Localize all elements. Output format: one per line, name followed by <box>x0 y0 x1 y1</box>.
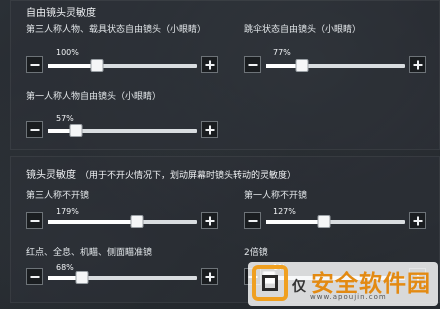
slider-value: 127% <box>273 207 296 216</box>
watermark-badge: 仅 <box>292 279 307 295</box>
panel-title: 镜头灵敏度 （用于不开火情况下，划动屏幕时镜头转动的灵敏度） <box>26 166 296 181</box>
minus-icon <box>30 63 39 66</box>
slider-label: 第三人称人物、载具状态自由镜头（小眼睛） <box>26 25 207 35</box>
decrease-button[interactable] <box>244 212 261 229</box>
slider-value: 57% <box>56 114 74 123</box>
decrease-button[interactable] <box>26 212 43 229</box>
watermark-logo-icon <box>252 265 288 301</box>
panel-title: 自由镜头灵敏度 <box>26 8 96 19</box>
minus-icon <box>30 219 39 222</box>
decrease-button[interactable] <box>244 56 261 73</box>
slider-track[interactable] <box>266 215 405 228</box>
slider-label: 红点、全息、机瞄、侧面瞄准镜 <box>26 248 153 258</box>
slider-label: 第三人称不开镜 <box>26 191 90 201</box>
slider-label: 2倍镜 <box>244 248 268 258</box>
slider-thumb[interactable] <box>75 271 89 284</box>
slider-track[interactable] <box>266 59 405 72</box>
slider-thumb[interactable] <box>69 124 83 137</box>
slider-thumb[interactable] <box>90 59 104 72</box>
decrease-button[interactable] <box>26 121 43 138</box>
slider-track[interactable] <box>48 215 197 228</box>
panel-subtitle: （用于不开火情况下，划动屏幕时镜头转动的灵敏度） <box>80 171 297 181</box>
increase-button[interactable] <box>409 56 426 73</box>
slider-fill <box>266 220 325 224</box>
watermark-url: www.apoujin.com <box>310 293 387 301</box>
slider-value: 100% <box>56 48 79 57</box>
slider-track[interactable] <box>48 124 197 137</box>
increase-button[interactable] <box>201 212 218 229</box>
minus-icon <box>248 219 257 222</box>
slider-value: 77% <box>273 48 291 57</box>
panel-title-main: 镜头灵敏度 <box>26 170 76 181</box>
slider-label: 跳伞状态自由镜头（小眼睛） <box>244 25 362 35</box>
slider-label: 第一人称不开镜 <box>244 191 308 201</box>
slider-value: 68% <box>56 263 74 272</box>
slider-value: 179% <box>56 207 79 216</box>
decrease-button[interactable] <box>26 56 43 73</box>
increase-button[interactable] <box>201 56 218 73</box>
watermark: 仅安全软件园 www.apoujin.com <box>248 262 438 306</box>
slider-thumb[interactable] <box>130 215 144 228</box>
increase-button[interactable] <box>409 212 426 229</box>
minus-icon <box>30 128 39 131</box>
slider-fill <box>48 220 138 224</box>
increase-button[interactable] <box>201 268 218 285</box>
minus-icon <box>248 63 257 66</box>
increase-button[interactable] <box>201 121 218 138</box>
slider-label: 第一人称人物自由镜头（小眼睛） <box>26 92 162 102</box>
decrease-button[interactable] <box>26 268 43 285</box>
free-camera-sensitivity-panel: 自由镜头灵敏度 第三人称人物、载具状态自由镜头（小眼睛） 100% 跳伞状态自由… <box>10 0 440 150</box>
slider-thumb[interactable] <box>317 215 331 228</box>
slider-thumb[interactable] <box>295 59 309 72</box>
minus-icon <box>30 275 39 278</box>
slider-track[interactable] <box>48 271 197 284</box>
slider-track[interactable] <box>48 59 197 72</box>
